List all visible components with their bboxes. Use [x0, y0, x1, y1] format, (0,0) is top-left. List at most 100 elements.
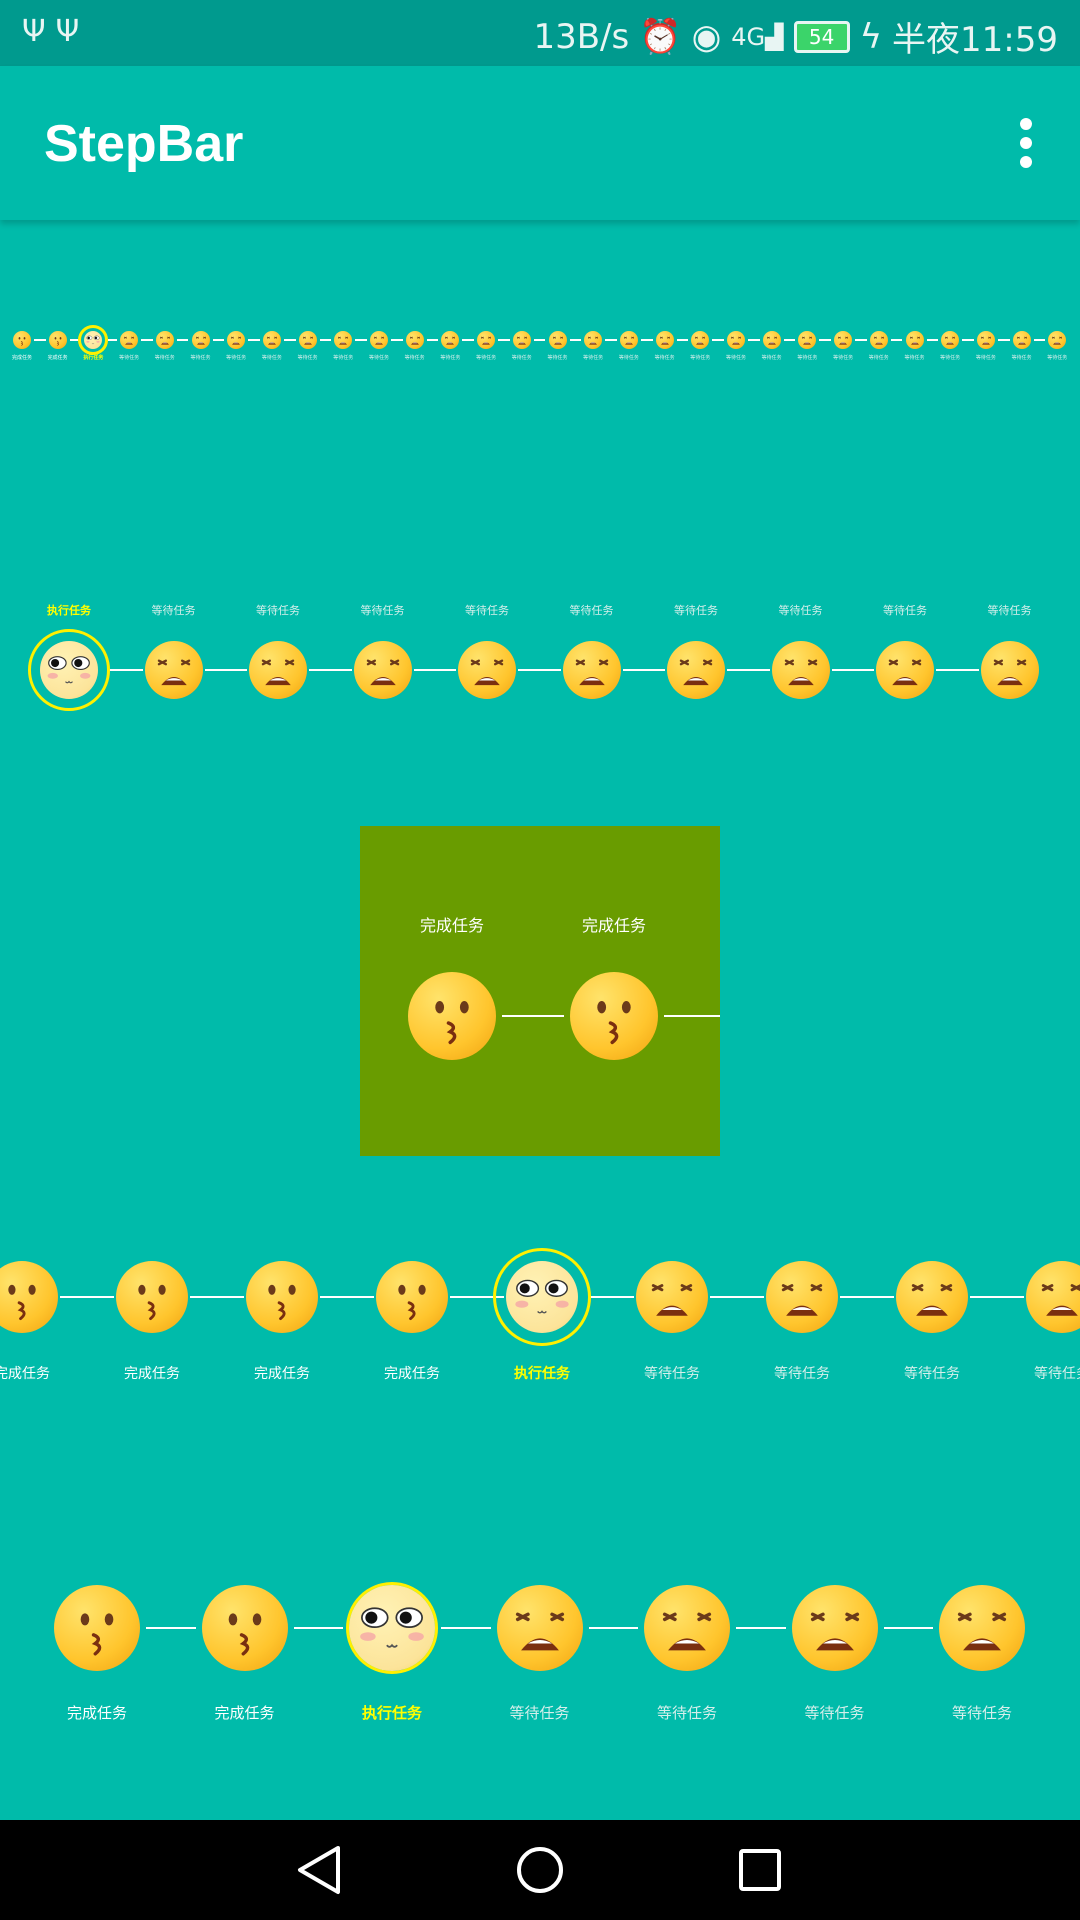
kissing-face-icon[interactable] — [408, 972, 496, 1060]
step-label: 等待任务 — [761, 355, 782, 361]
weary-face-icon[interactable] — [655, 331, 674, 349]
usb-icon: Ψ — [22, 14, 56, 49]
step-label: 等待任务 — [119, 355, 140, 361]
overflow-menu-icon[interactable] — [1016, 118, 1036, 168]
kissing-face-icon[interactable] — [116, 1261, 188, 1333]
weary-face-icon[interactable] — [939, 1585, 1025, 1671]
weary-face-icon[interactable] — [798, 331, 817, 349]
weary-face-icon[interactable] — [834, 331, 853, 349]
weary-face-icon[interactable] — [548, 331, 567, 349]
weary-face-icon[interactable] — [477, 331, 496, 349]
step-label: 等待任务 — [987, 604, 1032, 617]
weary-face-icon[interactable] — [667, 641, 725, 699]
weary-face-icon[interactable] — [405, 331, 424, 349]
weary-face-icon[interactable] — [869, 331, 888, 349]
net-speed: 13B/s — [533, 16, 630, 57]
step-label: 等待任务 — [940, 355, 961, 361]
weary-face-icon[interactable] — [619, 331, 638, 349]
step-connector — [413, 669, 456, 671]
kissing-face-icon[interactable] — [246, 1261, 318, 1333]
kissing-face-icon[interactable] — [0, 1261, 58, 1333]
step-label: 完成任务 — [419, 916, 485, 935]
step-label: 等待任务 — [569, 604, 614, 617]
weary-face-icon[interactable] — [496, 1585, 583, 1671]
weary-face-icon[interactable] — [512, 331, 531, 349]
kissing-face-icon[interactable] — [376, 1261, 448, 1333]
step-connector — [783, 339, 796, 341]
weary-face-icon[interactable] — [298, 331, 317, 349]
weary-face-icon[interactable] — [353, 641, 412, 699]
step-connector — [533, 339, 546, 341]
step-label: 等待任务 — [1034, 1366, 1080, 1382]
active-face-icon[interactable] — [506, 1261, 578, 1333]
step-connector — [108, 339, 118, 341]
step-label: 完成任务 — [66, 1704, 128, 1722]
recents-icon[interactable] — [738, 1848, 782, 1892]
weary-face-icon[interactable] — [262, 331, 281, 349]
step-label: 等待任务 — [951, 1704, 1013, 1722]
step-label: 完成任务 — [384, 1366, 440, 1382]
weary-face-icon[interactable] — [896, 1261, 968, 1333]
active-face-icon[interactable] — [40, 641, 98, 699]
weary-face-icon[interactable] — [458, 641, 516, 699]
kissing-face-icon[interactable] — [201, 1585, 288, 1671]
step-connector — [309, 669, 352, 671]
kissing-face-icon[interactable] — [54, 1585, 140, 1671]
weary-face-icon[interactable] — [691, 331, 710, 349]
kissing-face-icon[interactable] — [570, 972, 658, 1060]
weary-face-icon[interactable] — [370, 331, 388, 349]
weary-face-icon[interactable] — [727, 331, 745, 349]
weary-face-icon[interactable] — [644, 1585, 730, 1671]
weary-face-icon[interactable] — [905, 331, 924, 349]
active-face-icon[interactable] — [349, 1585, 435, 1671]
home-icon[interactable] — [516, 1846, 564, 1894]
weary-face-icon[interactable] — [771, 641, 830, 699]
weary-face-icon[interactable] — [1012, 331, 1031, 349]
step-connector — [283, 339, 296, 341]
weary-face-icon[interactable] — [334, 331, 353, 349]
weary-face-icon[interactable] — [876, 641, 934, 699]
weary-face-icon[interactable] — [155, 331, 174, 349]
step-label: 等待任务 — [190, 355, 211, 361]
weary-face-icon[interactable] — [227, 331, 246, 349]
step-label: 等待任务 — [725, 355, 747, 361]
navigation-bar — [0, 1820, 1080, 1920]
kissing-face-icon[interactable] — [13, 331, 31, 349]
weary-face-icon[interactable] — [636, 1261, 708, 1333]
weary-face-icon[interactable] — [249, 641, 307, 699]
step-label: 等待任务 — [1047, 355, 1068, 361]
weary-face-icon[interactable] — [766, 1261, 838, 1333]
step-connector — [883, 1627, 933, 1629]
active-face-icon[interactable] — [84, 331, 103, 349]
step-connector — [34, 339, 46, 341]
step-label: 等待任务 — [804, 1704, 865, 1722]
kissing-face-icon[interactable] — [48, 331, 67, 349]
step-label: 等待任务 — [1011, 355, 1032, 361]
stepper-panel: 完成任务 完成任务 — [360, 826, 720, 1156]
weary-face-icon[interactable] — [144, 641, 203, 699]
weary-face-icon[interactable] — [1026, 1261, 1080, 1333]
weary-face-icon[interactable] — [791, 1585, 878, 1671]
step-connector — [293, 1627, 343, 1629]
weary-face-icon[interactable] — [441, 331, 460, 349]
app-bar: StepBar — [0, 66, 1080, 220]
step-label: 等待任务 — [476, 355, 497, 361]
charging-icon: ϟ — [859, 16, 883, 57]
step-connector — [190, 1296, 244, 1298]
alarm-icon: ⏰ — [639, 16, 682, 57]
step-connector — [710, 1296, 764, 1298]
step-label: 等待任务 — [368, 355, 390, 361]
weary-face-icon[interactable] — [120, 331, 139, 349]
step-connector — [502, 1015, 564, 1017]
weary-face-icon[interactable] — [941, 331, 960, 349]
eye-icon: ◉ — [691, 16, 722, 57]
back-icon[interactable] — [296, 1844, 342, 1896]
step-connector — [141, 339, 153, 341]
weary-face-icon[interactable] — [1048, 331, 1067, 349]
weary-face-icon[interactable] — [584, 331, 603, 349]
weary-face-icon[interactable] — [980, 641, 1039, 699]
weary-face-icon[interactable] — [976, 331, 995, 349]
weary-face-icon[interactable] — [191, 331, 210, 349]
weary-face-icon[interactable] — [562, 641, 621, 699]
weary-face-icon[interactable] — [762, 331, 781, 349]
